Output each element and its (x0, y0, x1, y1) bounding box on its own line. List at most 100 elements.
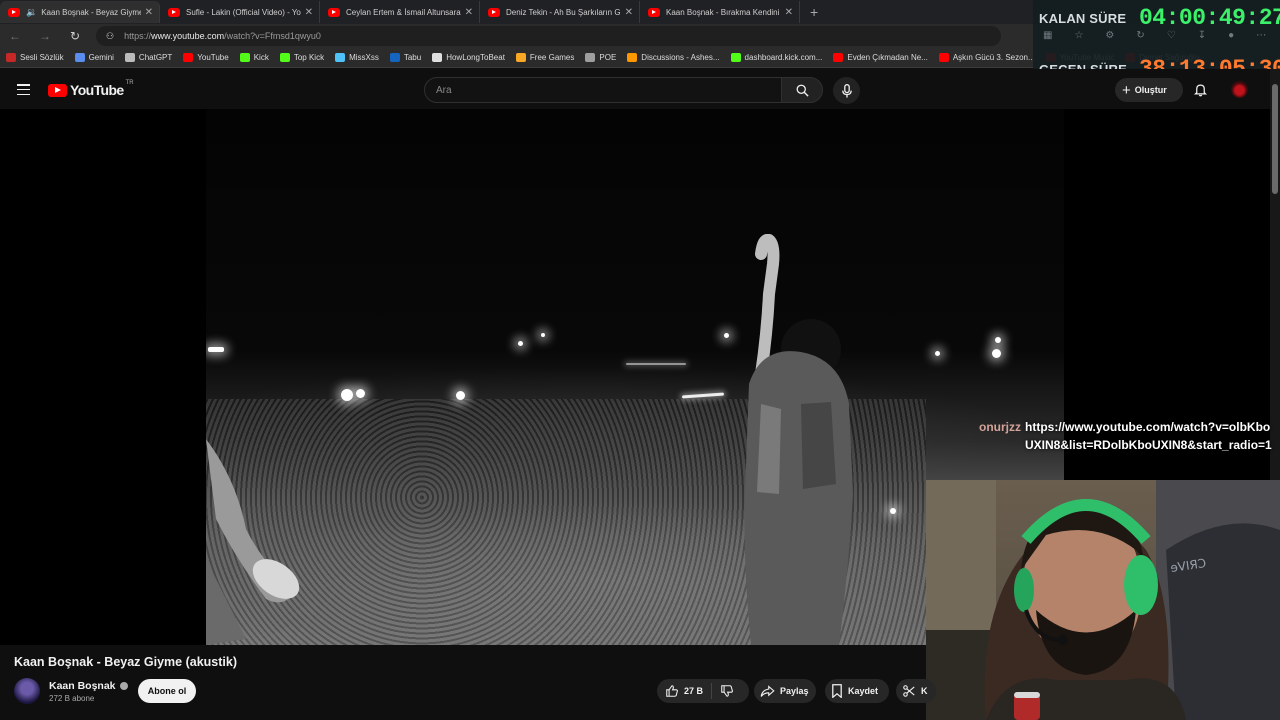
close-tab-icon[interactable]: ✕ (305, 7, 313, 18)
bookmark-item[interactable]: Free Games (515, 53, 575, 62)
bookmark-item[interactable]: POE (585, 53, 616, 62)
extensions-icon[interactable]: ⚙ (1105, 30, 1114, 41)
url-prefix: https:// (124, 31, 152, 41)
bookmark-favicon-icon (279, 53, 290, 62)
channel-name[interactable]: Kaan Boşnak (49, 680, 116, 692)
bookmark-label: Kick (253, 53, 269, 62)
microphone-icon (841, 83, 852, 98)
like-button[interactable]: 27 B (657, 683, 713, 699)
video-title: Kaan Boşnak - Beyaz Giyme (akustik) (14, 655, 237, 669)
apps-icon[interactable]: ▦ (1043, 30, 1052, 41)
close-tab-icon[interactable]: ✕ (465, 7, 473, 18)
bookmark-label: Evden Çıkmadan Ne... (847, 53, 928, 62)
bookmark-favicon-icon (74, 53, 85, 62)
account-avatar[interactable] (1231, 81, 1248, 98)
create-button[interactable]: + Oluştur (1115, 78, 1183, 102)
bookmark-item[interactable]: ChatGPT (124, 53, 172, 62)
download-icon[interactable]: ↧ (1198, 30, 1206, 41)
more-icon[interactable]: ⋯ (1256, 30, 1266, 41)
voice-search-button[interactable] (833, 77, 860, 104)
close-tab-icon[interactable]: ✕ (145, 7, 153, 18)
forward-icon[interactable]: → (30, 29, 60, 43)
bookmark-item[interactable]: Aşkın Gücü 3. Sezon... (938, 53, 1035, 62)
bookmark-label: Free Games (529, 53, 575, 62)
share-icon (760, 684, 775, 697)
browser-tab[interactable]: Ceylan Ertem & İsmail Altunsaray ✕ (320, 1, 480, 23)
tab-title: Kaan Boşnak - Beyaz Giyme ( (41, 7, 141, 17)
bookmark-item[interactable]: Evden Çıkmadan Ne... (833, 53, 928, 62)
youtube-favicon-icon (328, 7, 340, 17)
browser-tab[interactable]: Deniz Tekin - Ah Bu Şarkıların Göz ✕ (480, 1, 640, 23)
scrollbar-thumb[interactable] (1272, 84, 1278, 194)
browser-tab[interactable]: Kaan Boşnak - Bırakma Kendini - ✕ (640, 1, 800, 23)
scissors-icon (903, 685, 915, 697)
remaining-time-value: 04:00:49:27 (1139, 5, 1280, 31)
chat-username: onurjzz (979, 420, 1021, 434)
youtube-wordmark: YouTube (70, 82, 124, 98)
create-label: Oluştur (1134, 85, 1167, 95)
url-host: www.youtube.com (151, 31, 225, 41)
light-streak (681, 392, 725, 399)
bookmark-label: MissXss (349, 53, 379, 62)
address-bar[interactable]: ⚇ https://www.youtube.com/watch?v=Ffmsd1… (96, 26, 1001, 46)
notifications-icon[interactable] (1193, 82, 1208, 102)
site-info-icon[interactable]: ⚇ (106, 31, 114, 42)
guitar-silhouette (206, 439, 300, 645)
tab-title: Ceylan Ertem & İsmail Altunsaray (346, 7, 461, 17)
channel-name-row[interactable]: Kaan Boşnak (49, 680, 128, 692)
bookmark-label: dashboard.kick.com... (744, 53, 823, 62)
clip-label: K (921, 686, 928, 696)
menu-icon[interactable] (17, 84, 30, 96)
plus-icon: + (1122, 81, 1131, 99)
bookmark-item[interactable]: HowLongToBeat (432, 53, 505, 62)
share-button[interactable]: Paylaş (754, 679, 816, 703)
channel-avatar[interactable] (14, 678, 40, 704)
sync-icon[interactable]: ↻ (1136, 30, 1144, 41)
bookmark-label: Sesli Sözlük (20, 53, 64, 62)
youtube-favicon-icon (168, 7, 180, 17)
favorites-icon[interactable]: ♡ (1167, 30, 1176, 41)
dislike-button[interactable] (712, 684, 739, 698)
like-dislike-group: 27 B (657, 679, 749, 703)
bookmark-item[interactable]: Top Kick (279, 53, 324, 62)
bookmark-favicon-icon (833, 53, 844, 62)
youtube-favicon-icon (8, 7, 20, 17)
browser-tab[interactable]: 🔉 Kaan Boşnak - Beyaz Giyme ( ✕ (0, 1, 160, 23)
bookmark-item[interactable]: dashboard.kick.com... (730, 53, 823, 62)
bookmark-label: Aşkın Gücü 3. Sezon... (952, 53, 1035, 62)
browser-tab[interactable]: Sufle - Lakin (Official Video) - You ✕ (160, 1, 320, 23)
subscribe-button[interactable]: Abone ol (138, 679, 196, 703)
bookmark-item[interactable]: Kick (239, 53, 269, 62)
back-icon[interactable]: ← (0, 29, 30, 43)
bookmark-item[interactable]: YouTube (183, 53, 229, 62)
close-tab-icon[interactable]: ✕ (625, 7, 633, 18)
search-button[interactable] (781, 77, 823, 103)
bookmark-item[interactable]: MissXss (335, 53, 379, 62)
remaining-time-label: KALAN SÜRE (1039, 10, 1127, 26)
browser-toolbar-icons: ▦ ☆ ⚙ ↻ ♡ ↧ ● ⋯ (1043, 30, 1266, 41)
bookmark-icon (832, 684, 842, 698)
bookmark-item[interactable]: Discussions - Ashes... (627, 53, 720, 62)
bookmark-label: YouTube (197, 53, 229, 62)
bookmark-item[interactable]: Sesli Sözlük (6, 53, 64, 62)
reload-icon[interactable]: ↻ (60, 29, 90, 43)
bookmark-star-icon[interactable]: ☆ (1074, 30, 1083, 41)
search-input[interactable]: Ara (424, 77, 782, 103)
youtube-logo[interactable]: YouTube TR (48, 80, 134, 98)
bookmark-label: HowLongToBeat (446, 53, 505, 62)
remaining-time-row: KALAN SÜRE 04:00:49:27 (1039, 5, 1280, 31)
save-button[interactable]: Kaydet (825, 679, 889, 703)
light-streak (626, 363, 686, 365)
speaker-icon[interactable]: 🔉 (26, 7, 37, 18)
profile-icon[interactable]: ● (1228, 30, 1234, 41)
bookmark-favicon-icon (6, 53, 16, 62)
stage-light (935, 351, 940, 356)
bookmark-item[interactable]: Gemini (74, 53, 114, 62)
like-count: 27 B (684, 686, 704, 696)
bookmark-favicon-icon (938, 53, 949, 62)
close-tab-icon[interactable]: ✕ (785, 7, 793, 18)
bookmark-favicon-icon (183, 53, 194, 62)
new-tab-icon[interactable]: + (800, 4, 828, 20)
bookmark-item[interactable]: Tabu (389, 53, 421, 62)
clip-button[interactable]: K (896, 679, 936, 703)
